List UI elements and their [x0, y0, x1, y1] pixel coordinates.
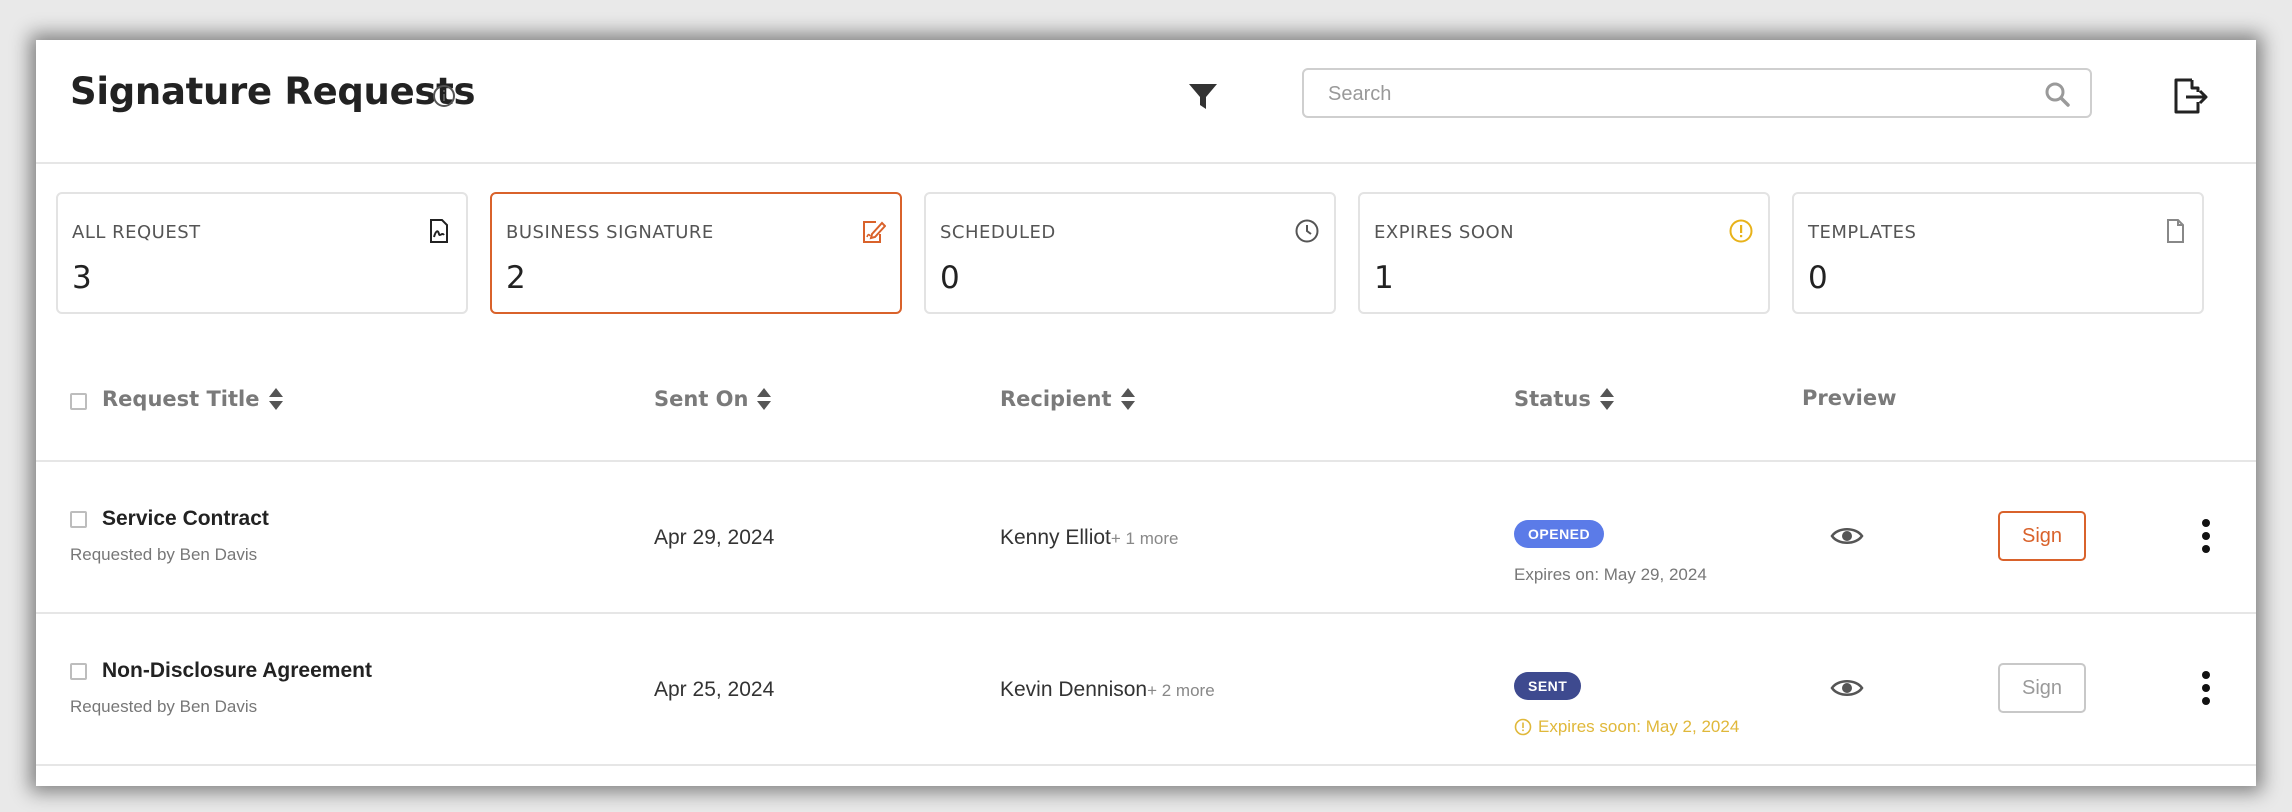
card-value: 0 — [1808, 260, 1828, 296]
recipient-more[interactable]: + 1 more — [1111, 529, 1179, 548]
card-expires-soon[interactable]: EXPIRES SOON 1 — [1358, 192, 1770, 314]
eye-icon[interactable] — [1830, 677, 1864, 699]
page-header: Signature Requests — [36, 40, 2256, 164]
divider — [36, 612, 2256, 614]
card-scheduled[interactable]: SCHEDULED 0 — [924, 192, 1336, 314]
info-icon[interactable] — [432, 84, 456, 108]
column-status[interactable]: Status — [1514, 386, 1615, 412]
search-box — [1302, 68, 2092, 118]
recipient-name: Kenny Elliot — [1000, 526, 1111, 549]
card-label: TEMPLATES — [1808, 222, 1917, 243]
requested-by: Requested by Ben Davis — [70, 697, 258, 716]
column-preview: Preview — [1802, 386, 1897, 410]
card-value: 0 — [940, 260, 960, 296]
expires-date: Expires on: May 29, 2024 — [1514, 565, 1707, 585]
sort-icon[interactable] — [1120, 386, 1136, 412]
divider — [36, 460, 2256, 462]
expires-text: Expires on: May 29, 2024 — [1514, 565, 1707, 584]
column-request-title[interactable]: Request Title — [102, 386, 284, 412]
alert-icon — [1729, 219, 1753, 243]
card-label: ALL REQUEST — [72, 222, 201, 243]
card-label: EXPIRES SOON — [1374, 222, 1515, 243]
more-options-icon[interactable] — [2200, 670, 2212, 706]
sort-icon[interactable] — [268, 386, 284, 412]
column-label: Status — [1514, 387, 1591, 411]
sort-icon[interactable] — [756, 386, 772, 412]
recipient-more[interactable]: + 2 more — [1147, 681, 1215, 700]
search-input[interactable] — [1326, 70, 2030, 118]
card-all-request[interactable]: ALL REQUEST 3 — [56, 192, 468, 314]
column-recipient[interactable]: Recipient — [1000, 386, 1136, 412]
sent-on: Apr 25, 2024 — [654, 678, 775, 701]
column-label: Preview — [1802, 386, 1897, 410]
request-title[interactable]: Service Contract — [102, 507, 269, 531]
card-label: BUSINESS SIGNATURE — [506, 222, 714, 243]
column-label: Sent On — [654, 387, 749, 411]
card-value: 3 — [72, 260, 92, 296]
card-value: 1 — [1374, 260, 1394, 296]
recipient-name: Kevin Dennison — [1000, 678, 1148, 701]
export-icon[interactable] — [2170, 76, 2210, 116]
more-options-icon[interactable] — [2200, 518, 2212, 554]
recipient: Kenny Elliot+ 1 more — [1000, 526, 1178, 550]
card-value: 2 — [506, 260, 526, 296]
sort-icon[interactable] — [1599, 386, 1615, 412]
file-icon — [2167, 219, 2184, 243]
divider — [36, 764, 2256, 766]
recipient: Kevin Dennison+ 2 more — [1000, 678, 1215, 702]
card-label: SCHEDULED — [940, 222, 1056, 243]
expires-text: Expires soon: May 2, 2024 — [1538, 717, 1740, 736]
column-sent-on[interactable]: Sent On — [654, 386, 772, 412]
card-business-signature[interactable]: BUSINESS SIGNATURE 2 — [490, 192, 902, 314]
page-title: Signature Requests — [70, 70, 476, 113]
request-title[interactable]: Non-Disclosure Agreement — [102, 659, 372, 683]
expires-date: Expires soon: May 2, 2024 — [1514, 717, 1739, 737]
signature-edit-icon — [863, 221, 886, 243]
sign-button[interactable]: Sign — [1998, 663, 2086, 713]
signature-requests-panel: Signature Requests ALL REQUEST 3 — [36, 40, 2256, 786]
row-checkbox[interactable] — [70, 511, 87, 528]
search-icon[interactable] — [2044, 81, 2070, 107]
sign-button[interactable]: Sign — [1998, 511, 2086, 561]
column-label: Recipient — [1000, 387, 1112, 411]
select-all-checkbox[interactable] — [70, 393, 87, 410]
column-label: Request Title — [102, 387, 260, 411]
card-templates[interactable]: TEMPLATES 0 — [1792, 192, 2204, 314]
clock-icon — [1295, 219, 1319, 243]
sent-on: Apr 29, 2024 — [654, 526, 775, 549]
eye-icon[interactable] — [1830, 525, 1864, 547]
filter-icon[interactable] — [1186, 80, 1220, 114]
document-signature-icon — [430, 219, 448, 243]
status-badge: SENT — [1514, 672, 1582, 700]
row-checkbox[interactable] — [70, 663, 87, 680]
status-badge: OPENED — [1514, 520, 1605, 548]
requested-by: Requested by Ben Davis — [70, 545, 258, 564]
alert-icon — [1514, 718, 1532, 736]
